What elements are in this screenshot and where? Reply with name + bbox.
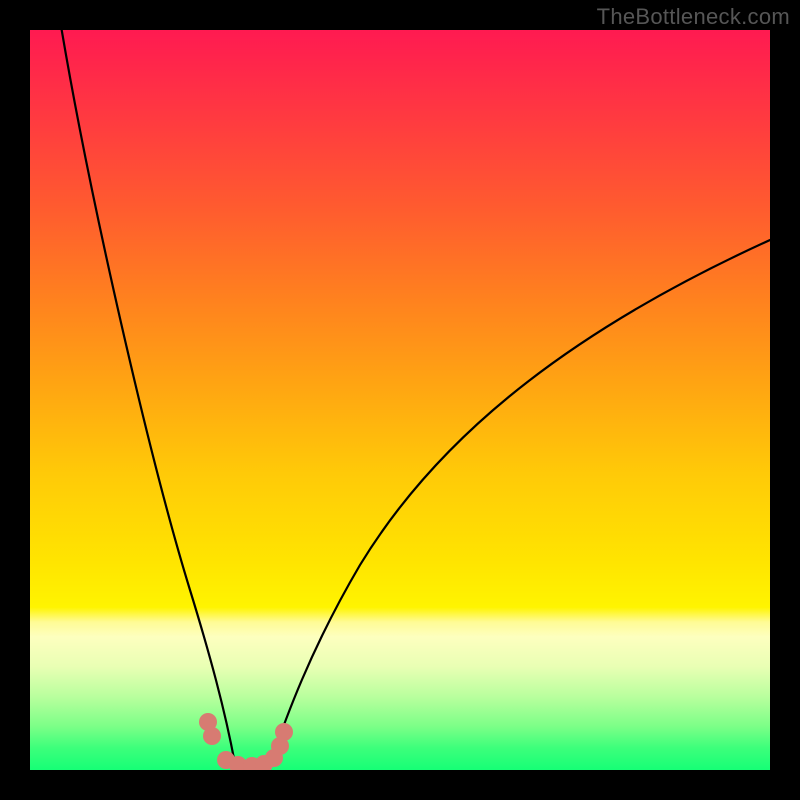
right-curve (270, 240, 770, 764)
plot-area (30, 30, 770, 770)
chart-svg (30, 30, 770, 770)
marker-dot (203, 727, 221, 745)
left-curve (60, 30, 235, 764)
chart-frame: TheBottleneck.com (0, 0, 800, 800)
marker-cluster (199, 713, 293, 770)
watermark-text: TheBottleneck.com (597, 4, 790, 30)
marker-dot (275, 723, 293, 741)
